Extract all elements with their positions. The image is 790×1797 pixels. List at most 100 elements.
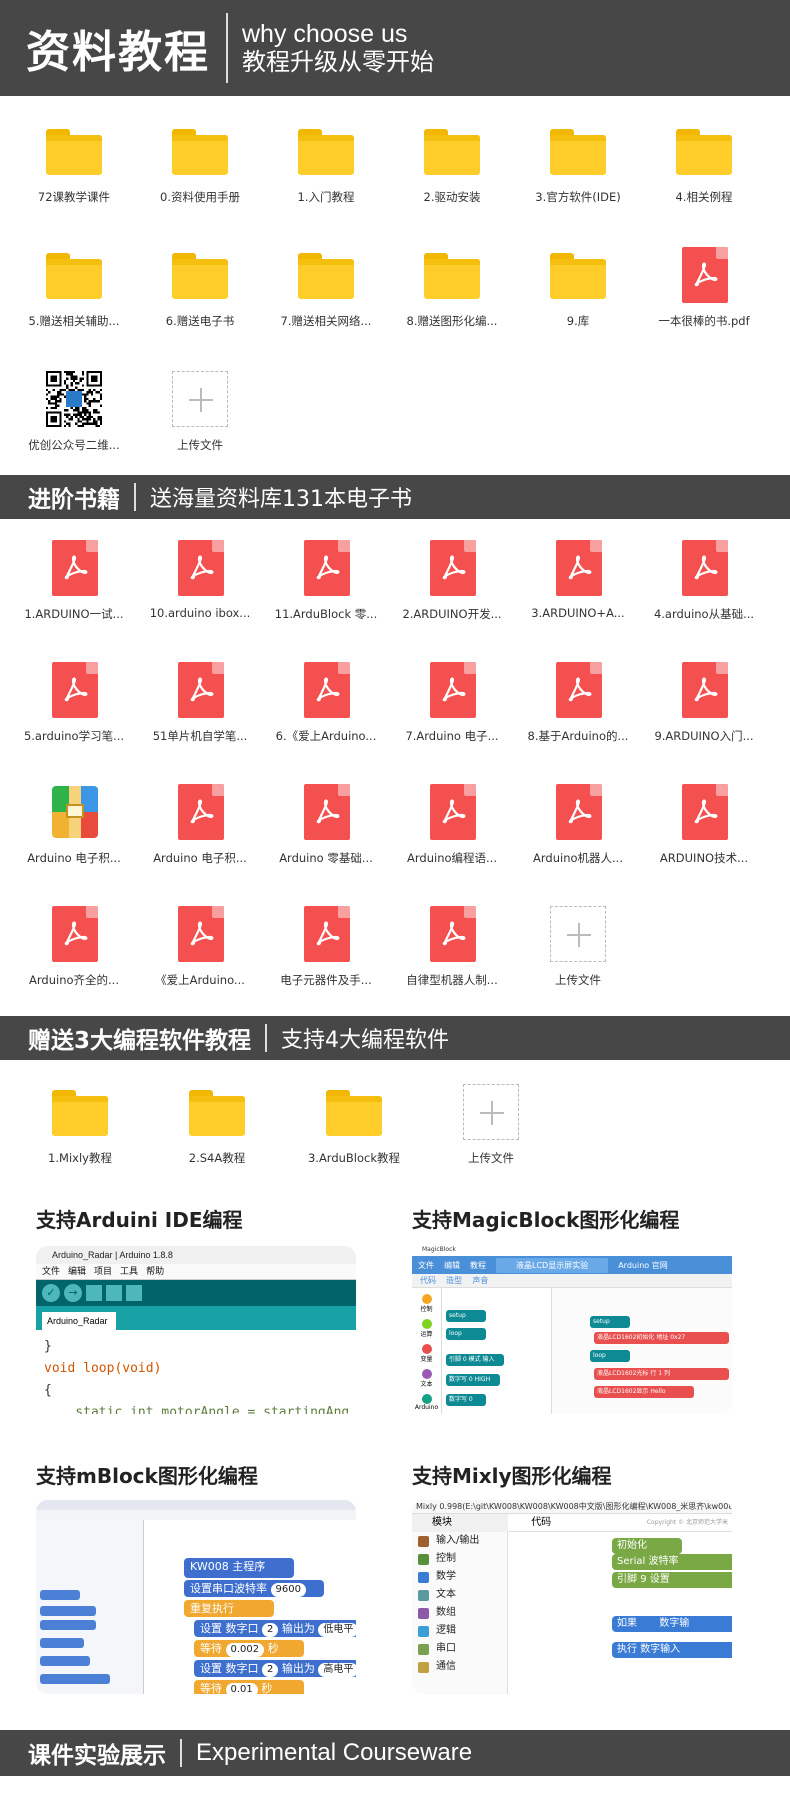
- baud-rate-block[interactable]: 设置串口波特率 9600: [184, 1580, 324, 1597]
- ide-menu-file[interactable]: 文件: [42, 1267, 60, 1277]
- mixly-tab-code[interactable]: 代码: [511, 1514, 571, 1532]
- canvas-block[interactable]: loop: [590, 1350, 630, 1362]
- pdf-item[interactable]: 一本很棒的书.pdf: [640, 247, 768, 357]
- set-digital-block[interactable]: 设置 数字口 2 输出为 高电平: [194, 1660, 356, 1677]
- palette-block[interactable]: loop: [446, 1328, 486, 1340]
- canvas-block[interactable]: 液晶LCD1602光标 行 1 列: [594, 1368, 729, 1380]
- wait-value[interactable]: 0.01: [225, 1683, 258, 1694]
- mixly-category[interactable]: 逻辑: [412, 1622, 507, 1640]
- serial-block[interactable]: Serial 波特率: [612, 1554, 732, 1570]
- if-block[interactable]: 如果 数字输: [612, 1616, 732, 1632]
- folder-item[interactable]: 9.库: [514, 247, 642, 357]
- category-dot[interactable]: [421, 1344, 432, 1354]
- upload-file-button[interactable]: 上传文件: [136, 371, 264, 481]
- pdf-item[interactable]: Arduino 电子积...: [136, 784, 264, 894]
- palette-block[interactable]: [40, 1674, 110, 1684]
- set-digital-block[interactable]: 设置 数字口 2 输出为 低电平: [194, 1620, 356, 1637]
- save-file-icon[interactable]: [126, 1285, 142, 1301]
- magicblock-tab-costume[interactable]: 造型: [446, 1276, 462, 1285]
- level-value[interactable]: 高电平: [318, 1663, 356, 1677]
- pin-value[interactable]: 2: [262, 1663, 279, 1677]
- pdf-item[interactable]: 11.ArduBlock 零...: [262, 540, 390, 650]
- folder-item[interactable]: 7.赠送相关网络...: [262, 247, 390, 357]
- ide-menu-help[interactable]: 帮助: [146, 1267, 164, 1277]
- wait-value[interactable]: 0.002: [225, 1643, 265, 1657]
- open-file-icon[interactable]: [106, 1285, 122, 1301]
- magicblock-board[interactable]: Arduino 官网: [618, 1260, 668, 1271]
- folder-item[interactable]: 4.相关例程: [640, 123, 768, 233]
- magicblock-menu-file[interactable]: 文件: [418, 1260, 434, 1271]
- ide-code-editor[interactable]: } void loop(void) { static int motorAngle …: [36, 1330, 356, 1414]
- ide-tab-sketch[interactable]: Arduino_Radar: [42, 1312, 116, 1330]
- pdf-item[interactable]: 电子元器件及手...: [262, 906, 390, 1016]
- ide-menu-edit[interactable]: 编辑: [68, 1267, 86, 1277]
- serial-value[interactable]: Serial: [617, 1556, 645, 1567]
- magicblock-tab-sound[interactable]: 声音: [472, 1276, 488, 1285]
- folder-item[interactable]: 6.赠送电子书: [136, 247, 264, 357]
- forever-block[interactable]: 重复执行: [184, 1600, 274, 1617]
- new-file-icon[interactable]: [86, 1285, 102, 1301]
- folder-item[interactable]: 72课教学课件: [10, 123, 138, 233]
- pdf-item[interactable]: Arduino编程语...: [388, 784, 516, 894]
- mixly-category[interactable]: 通信: [412, 1658, 507, 1676]
- archive-item[interactable]: Arduino 电子积...: [10, 784, 138, 894]
- pdf-item[interactable]: 4.arduino从基础...: [640, 540, 768, 650]
- magicblock-canvas[interactable]: setup 液晶LCD1602初始化 地址 0x27 loop 液晶LCD160…: [552, 1288, 732, 1414]
- category-dot[interactable]: [421, 1394, 432, 1404]
- pdf-item[interactable]: 3.ARDUINO+A...: [514, 540, 642, 650]
- pdf-item[interactable]: 51单片机自学笔...: [136, 662, 264, 772]
- upload-file-button[interactable]: 上传文件: [514, 906, 642, 1016]
- palette-block[interactable]: [40, 1620, 96, 1630]
- palette-block[interactable]: [40, 1656, 90, 1666]
- level-value[interactable]: 低电平: [318, 1623, 356, 1637]
- pdf-item[interactable]: 6.《爱上Arduino...: [262, 662, 390, 772]
- folder-item[interactable]: 1.入门教程: [262, 123, 390, 233]
- pdf-item[interactable]: 8.基于Arduino的...: [514, 662, 642, 772]
- mixly-category[interactable]: 串口: [412, 1640, 507, 1658]
- mixly-canvas[interactable]: 初始化 Serial 波特率 引脚 9 设置 如果 数字输 执行 数字输入: [508, 1532, 732, 1694]
- pdf-item[interactable]: 1.ARDUINO一试...: [10, 540, 138, 650]
- pdf-item[interactable]: 9.ARDUINO入门...: [640, 662, 768, 772]
- upload-arrow-icon[interactable]: →: [64, 1284, 82, 1302]
- palette-block[interactable]: [40, 1638, 84, 1648]
- pdf-item[interactable]: Arduino机器人...: [514, 784, 642, 894]
- mixly-category[interactable]: 数组: [412, 1604, 507, 1622]
- pdf-item[interactable]: Arduino 零基础...: [262, 784, 390, 894]
- main-program-block[interactable]: KW008 主程序: [184, 1558, 294, 1578]
- folder-item[interactable]: 1.Mixly教程: [16, 1084, 144, 1194]
- magicblock-menu-tutorial[interactable]: 教程: [470, 1260, 486, 1271]
- pdf-item[interactable]: 2.ARDUINO开发...: [388, 540, 516, 650]
- folder-item[interactable]: 2.S4A教程: [153, 1084, 281, 1194]
- palette-block[interactable]: [40, 1606, 96, 1616]
- canvas-block[interactable]: 液晶LCD1602初始化 地址 0x27: [594, 1332, 729, 1344]
- do-block[interactable]: 执行 数字输入: [612, 1642, 732, 1658]
- folder-item[interactable]: 2.驱动安装: [388, 123, 516, 233]
- baud-value[interactable]: 9600: [270, 1583, 306, 1597]
- pin-block[interactable]: 引脚 9 设置: [612, 1572, 732, 1588]
- upload-file-button[interactable]: 上传文件: [427, 1084, 555, 1194]
- magicblock-tab-code[interactable]: 代码: [420, 1276, 436, 1285]
- magicblock-project-name[interactable]: 液晶LCD显示屏实验: [496, 1257, 609, 1273]
- category-dot[interactable]: [421, 1369, 432, 1379]
- wait-block[interactable]: 等待 0.01 秒: [194, 1680, 304, 1694]
- pdf-item[interactable]: ARDUINO技术...: [640, 784, 768, 894]
- wait-block[interactable]: 等待 0.002 秒: [194, 1640, 304, 1657]
- canvas-block[interactable]: 液晶LCD1602显示 Hello: [594, 1386, 694, 1398]
- folder-item[interactable]: 5.赠送相关辅助...: [10, 247, 138, 357]
- verify-icon[interactable]: ✓: [42, 1284, 60, 1302]
- palette-block[interactable]: 数字写 0 HIGH: [446, 1374, 500, 1386]
- mblock-canvas[interactable]: KW008 主程序 设置串口波特率 9600 重复执行 设置 数字口 2 输出为…: [144, 1520, 356, 1694]
- pin-value[interactable]: 2: [262, 1623, 279, 1637]
- plus-icon[interactable]: [463, 1084, 519, 1140]
- category-dot[interactable]: [421, 1294, 432, 1304]
- pdf-item[interactable]: 自律型机器人制...: [388, 906, 516, 1016]
- ide-menu-tools[interactable]: 工具: [120, 1267, 138, 1277]
- folder-item[interactable]: 0.资料使用手册: [136, 123, 264, 233]
- folder-item[interactable]: 3.官方软件(IDE): [514, 123, 642, 233]
- qr-item[interactable]: 优创公众号二维...: [10, 371, 138, 481]
- folder-item[interactable]: 8.赠送图形化编...: [388, 247, 516, 357]
- mixly-category[interactable]: 数学: [412, 1568, 507, 1586]
- canvas-block[interactable]: setup: [590, 1316, 630, 1328]
- pin-value[interactable]: 9: [640, 1574, 646, 1585]
- pdf-item[interactable]: 5.arduino学习笔...: [10, 662, 138, 772]
